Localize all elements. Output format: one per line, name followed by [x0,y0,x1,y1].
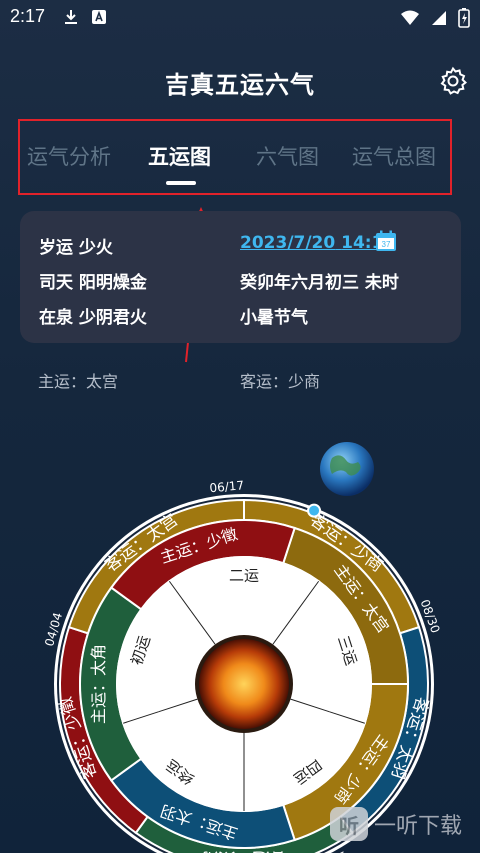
date-value: 2023/7/20 [240,233,336,253]
lunar-date-text: 癸卯年六月初三 未时 [240,273,399,293]
active-tab-indicator [166,181,196,185]
accessibility-a-icon [92,10,106,24]
sun-icon [199,639,289,729]
outer-ring-label: 客运：太角 [202,848,287,853]
status-time: 2:17 [10,6,46,26]
page-title: 吉真五运六气 [165,71,315,99]
tab-six-qi-chart[interactable]: 六气图 [256,141,319,171]
battery-icon [458,8,470,28]
status-bar: 2:17 [0,0,480,34]
suiyun-text: 岁运 少火 [39,238,113,258]
five-movements-wheel: 客运：少商客运：太羽客运：太角客运：少徵客运：太宫主运：太宫主运：少商主运：太羽… [42,442,443,853]
wheel-layer: 客运：少商客运：太羽客运：太角客运：少徵客运：太宫主运：太宫主运：少商主运：太羽… [42,442,443,853]
info-card: 岁运 少火 司天 阳明燥金 在泉 少阴君火 2023/7/20 14:17 37… [20,211,461,343]
middle-ring-label: 主运：太角 [89,644,108,724]
watermark-logo: 听 [329,807,368,841]
watermark: 听 一听下载 [329,807,462,841]
solar-term-text: 小暑节气 [240,308,308,328]
watermark-text: 一听下载 [373,814,462,839]
calendar-icon-text: 37 [382,240,391,249]
settings-gear-icon[interactable] [438,66,468,96]
current-position-marker [307,503,322,518]
tab-analysis[interactable]: 运气分析 [27,141,111,171]
zhuyun-summary: 主运：太宫 [38,372,119,391]
signal-icon [432,11,446,25]
date-time-link[interactable]: 2023/7/20 14:17 [240,233,395,253]
sitian-text: 司天 阳明燥金 [39,273,147,293]
calendar-icon[interactable]: 37 [375,230,397,252]
zaiquan-text: 在泉 少阴君火 [39,308,147,328]
wifi-icon [401,10,419,25]
tab-overall-chart[interactable]: 运气总图 [352,141,436,171]
inner-ring-label: 二运 [229,567,259,585]
download-icon [65,10,77,24]
status-icons-right [400,8,470,28]
tab-five-movements-chart[interactable]: 五运图 [148,141,211,171]
status-icons-left [62,8,108,26]
keyun-summary: 客运：少商 [240,372,321,391]
date-tick-label: 06/17 [209,478,245,495]
